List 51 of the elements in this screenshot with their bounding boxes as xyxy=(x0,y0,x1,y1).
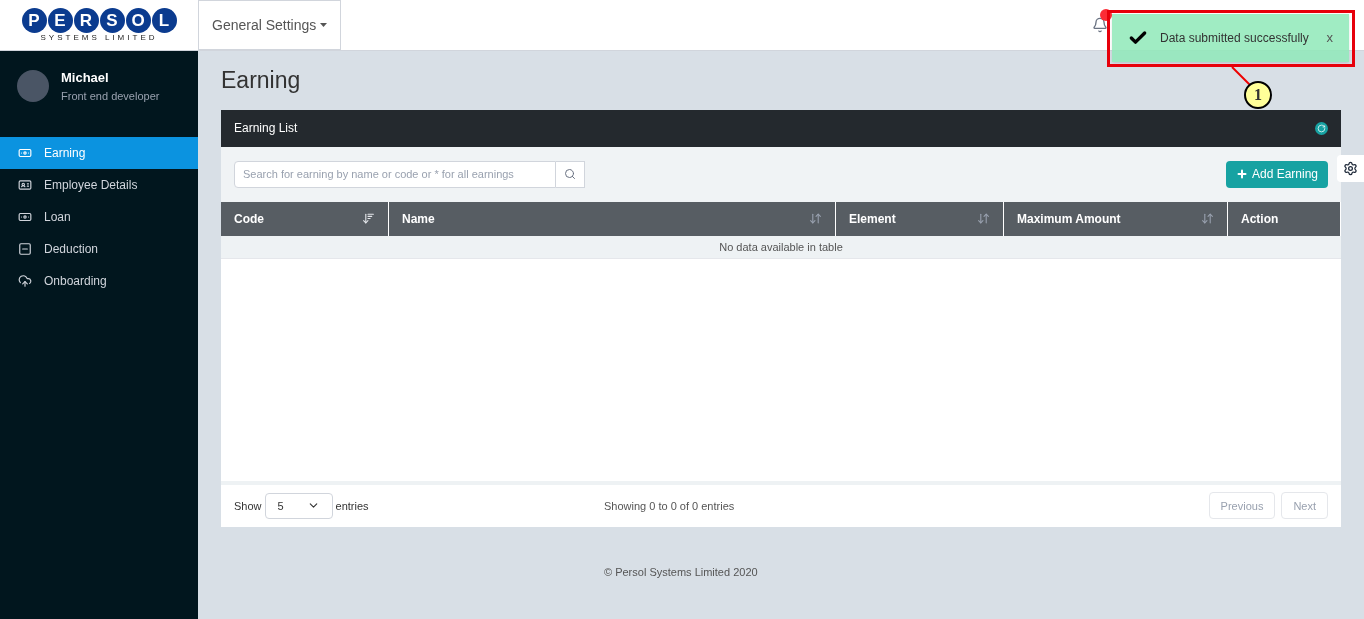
sort-icon[interactable] xyxy=(1201,212,1214,226)
avatar xyxy=(17,70,49,102)
show-label: Show xyxy=(234,498,262,514)
empty-table-message: No data available in table xyxy=(221,235,1341,259)
logo-letter: R xyxy=(73,8,99,33)
table-info: Showing 0 to 0 of 0 entries xyxy=(604,498,735,514)
annotation-marker: 1 xyxy=(1244,81,1272,109)
bell-icon[interactable] xyxy=(1092,17,1108,33)
column-header[interactable]: Action xyxy=(1228,201,1341,236)
search-icon xyxy=(564,168,576,181)
settings-tab[interactable] xyxy=(1337,155,1364,182)
id-card-icon xyxy=(18,178,32,192)
column-header[interactable]: Code xyxy=(221,201,389,236)
sidebar-item[interactable]: Earning xyxy=(0,137,198,169)
column-header[interactable]: Name xyxy=(389,201,836,236)
sidebar-item[interactable]: Deduction xyxy=(0,233,198,265)
settings-icon xyxy=(1343,161,1358,176)
column-header[interactable]: Element xyxy=(836,201,1004,236)
logo-letter: P xyxy=(21,8,47,33)
money-icon xyxy=(18,146,32,160)
toast-message: Data submitted successfully xyxy=(1160,30,1310,47)
footer-text: © Persol Systems Limited 2020 xyxy=(603,564,759,580)
logo-letter: L xyxy=(151,8,177,33)
plus-icon xyxy=(1235,168,1248,181)
sidebar-item[interactable]: Onboarding xyxy=(0,265,198,297)
logo-tagline: SYSTEMS LIMITED xyxy=(40,34,158,42)
sort-icon[interactable] xyxy=(809,212,822,226)
sort-icon[interactable] xyxy=(977,212,990,226)
page-title: Earning xyxy=(221,66,301,95)
refresh-icon[interactable] xyxy=(1315,121,1328,135)
search-field[interactable]: Search for earning by name or code or * for all earnings xyxy=(234,160,556,188)
money-icon xyxy=(18,210,32,224)
sidebar-item[interactable]: Loan xyxy=(0,201,198,233)
panel-title: Earning List xyxy=(234,120,298,138)
entries-label: entries xyxy=(335,498,369,514)
logo-letter: S xyxy=(99,8,125,33)
search-button[interactable] xyxy=(556,160,585,188)
column-header[interactable]: Maximum Amount xyxy=(1004,201,1228,236)
profile-role: Front end developer xyxy=(61,88,160,104)
logo-letter: E xyxy=(47,8,73,33)
leader-line xyxy=(1230,66,1252,86)
sidebar-item[interactable]: Employee Details xyxy=(0,169,198,201)
minus-icon xyxy=(18,242,32,256)
sort-icon[interactable] xyxy=(362,212,375,226)
general-settings-menu[interactable]: General Settings xyxy=(198,0,342,50)
close-button[interactable]: x xyxy=(1326,28,1333,48)
caret-icon xyxy=(320,23,328,27)
entries-select[interactable]: 5 xyxy=(264,492,333,519)
logo-letter: O xyxy=(125,8,151,33)
profile-name: Michael xyxy=(61,69,110,87)
cloud-upload-icon xyxy=(18,274,32,288)
